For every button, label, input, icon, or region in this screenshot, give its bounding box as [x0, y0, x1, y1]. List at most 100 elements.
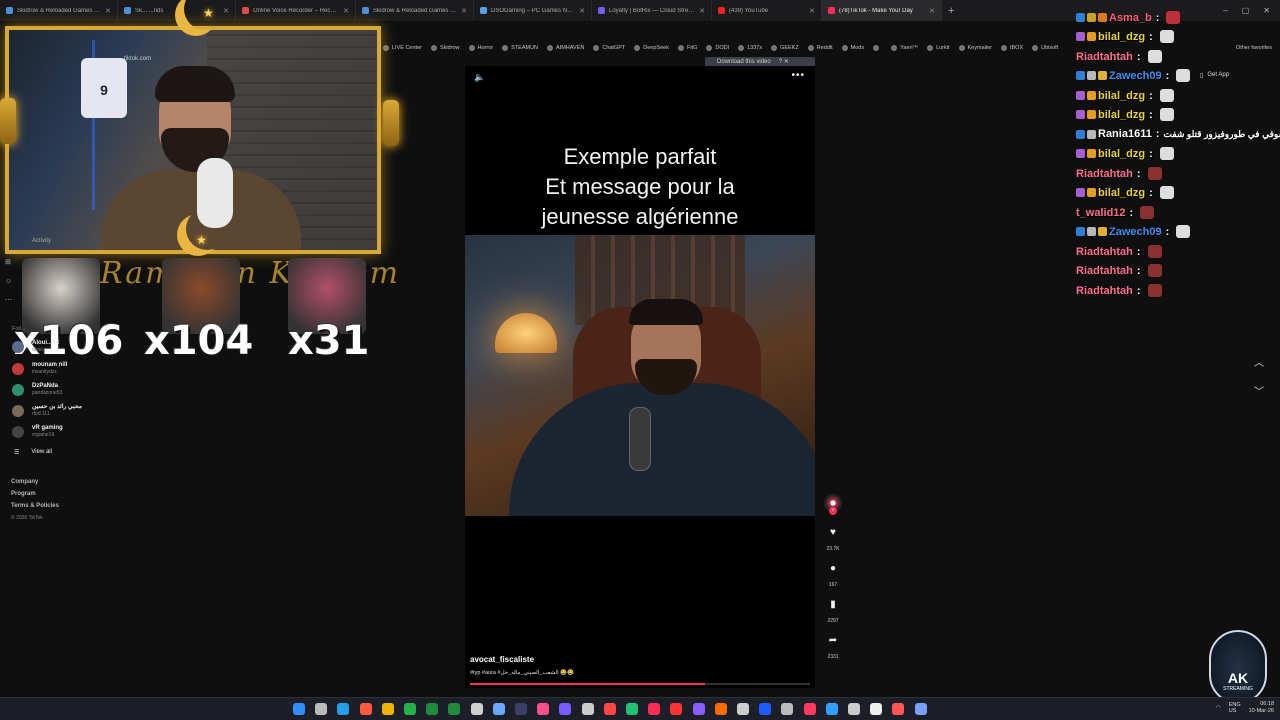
- browser-tab[interactable]: DSOGaming – PC Games News, Sa ✕: [474, 0, 592, 21]
- taskbar-app-icon[interactable]: [537, 703, 550, 715]
- chat-username[interactable]: Riadtahtah: [1076, 168, 1133, 180]
- footer-terms[interactable]: Terms & Policies: [11, 503, 59, 509]
- taskbar-app-icon[interactable]: [404, 703, 416, 715]
- taskbar-app-icon[interactable]: [670, 703, 683, 715]
- browser-tab[interactable]: (439) YouTube ✕: [712, 0, 822, 21]
- taskbar-app-icon[interactable]: [759, 703, 772, 715]
- wifi-icon[interactable]: ◠: [1216, 705, 1221, 711]
- close-window-button[interactable]: ✕: [1263, 6, 1270, 15]
- bookmark-item[interactable]: Mods: [841, 44, 864, 51]
- volume-icon[interactable]: 🔈: [474, 72, 485, 83]
- share-button[interactable]: ➦ 2331: [818, 634, 848, 660]
- bookmark-item[interactable]: ChatGPT: [593, 44, 625, 51]
- chat-username[interactable]: Zawech09: [1109, 70, 1162, 82]
- taskbar-app-icon[interactable]: [648, 703, 661, 715]
- bookmark-item[interactable]: Ubisoft: [1032, 44, 1058, 51]
- comment-button[interactable]: ● 167: [818, 562, 848, 588]
- bookmark-item[interactable]: Skidrow: [430, 44, 460, 51]
- video-hashtags[interactable]: #typ #aura #الشعب_الصيني_ماله_حل 😂😂: [470, 670, 574, 676]
- browser-tab[interactable]: Skidrow & Reloaded Games – Do ✕: [356, 0, 474, 21]
- footer-program[interactable]: Program: [11, 491, 36, 497]
- other-favorites[interactable]: Other favorites: [1236, 45, 1280, 51]
- taskbar-app-icon[interactable]: [492, 703, 505, 715]
- tiktok-video-player[interactable]: 🔈 ••• Exemple parfait Et message pour la…: [465, 66, 815, 688]
- bookmark-item[interactable]: GEEKZ: [771, 44, 799, 51]
- close-tab-icon[interactable]: ✕: [461, 7, 467, 15]
- taskbar-app-icon[interactable]: [559, 703, 572, 715]
- chat-username[interactable]: Rania1611: [1098, 128, 1152, 140]
- browser-tab[interactable]: Online Voice Recorder – Record Vo ✕: [236, 0, 356, 21]
- profile-icon[interactable]: ☺: [5, 278, 12, 285]
- following-item[interactable]: محبي رائد بن حسين rfod.111: [12, 404, 82, 417]
- taskbar-app-icon[interactable]: [848, 703, 860, 715]
- chat-username[interactable]: Riadtahtah: [1076, 51, 1133, 63]
- bookmark-item[interactable]: DODI: [706, 44, 729, 51]
- chat-username[interactable]: bilal_dzg: [1098, 148, 1145, 160]
- bookmark-item[interactable]: Horror: [468, 44, 493, 51]
- nav-activity[interactable]: Activity: [32, 238, 51, 244]
- taskbar-app-icon[interactable]: [293, 703, 305, 715]
- taskbar-app-icon[interactable]: [337, 703, 350, 715]
- taskbar-app-icon[interactable]: [737, 703, 749, 715]
- bookmark-item[interactable]: Yaeri™: [891, 44, 918, 51]
- chat-username[interactable]: Riadtahtah: [1076, 285, 1133, 297]
- new-tab-button[interactable]: +: [942, 5, 960, 17]
- browser-tab[interactable]: Skidrow & Reloaded Games – Do ✕: [0, 0, 118, 21]
- chat-username[interactable]: Asma_b: [1109, 12, 1152, 24]
- taskbar-app-icon[interactable]: [359, 703, 372, 715]
- close-tab-icon[interactable]: ✕: [105, 7, 111, 15]
- bookmark-item[interactable]: Lurkit: [927, 44, 950, 51]
- chat-username[interactable]: bilal_dzg: [1098, 187, 1145, 199]
- maximize-button[interactable]: ▢: [1242, 6, 1250, 15]
- save-button[interactable]: ▮ 2297: [818, 598, 848, 624]
- taskbar-app-icon[interactable]: [781, 703, 794, 715]
- taskbar-app-icon[interactable]: [626, 703, 638, 715]
- close-tab-icon[interactable]: ✕: [699, 7, 705, 15]
- chat-username[interactable]: Riadtahtah: [1076, 265, 1133, 277]
- minimize-button[interactable]: –: [1223, 6, 1227, 15]
- close-tab-icon[interactable]: ✕: [579, 7, 585, 15]
- browser-tab[interactable]: Loyalty | BotRix — Cloud Streami ✕: [592, 0, 712, 21]
- taskbar-app-icon[interactable]: [315, 703, 328, 715]
- footer-company[interactable]: Company: [11, 479, 38, 485]
- taskbar-app-icon[interactable]: [381, 703, 394, 715]
- following-item[interactable]: mounam nill insanitydzz: [12, 362, 67, 375]
- clock[interactable]: 06:18 10-Mar-26: [1249, 701, 1274, 715]
- bookmark-item[interactable]: Reddit: [807, 44, 833, 51]
- bookmark-item[interactable]: Keymailer: [958, 44, 992, 51]
- close-tab-icon[interactable]: ✕: [929, 7, 935, 15]
- taskbar-app-icon[interactable]: [692, 703, 705, 715]
- taskbar-app-icon[interactable]: [426, 703, 439, 715]
- chat-username[interactable]: Riadtahtah: [1076, 246, 1133, 258]
- more-options-icon[interactable]: •••: [791, 70, 805, 81]
- bookmark-item[interactable]: 1337x: [738, 44, 762, 51]
- bookmark-item[interactable]: DeepSeek: [634, 44, 669, 51]
- close-tab-icon[interactable]: ✕: [343, 7, 349, 15]
- taskbar-app-icon[interactable]: [714, 703, 727, 715]
- bookmark-item[interactable]: IBOX: [1000, 44, 1023, 51]
- language-indicator[interactable]: ENG US: [1229, 702, 1241, 714]
- taskbar-app-icon[interactable]: [803, 703, 816, 715]
- following-item[interactable]: DzPaNda pandazone53: [12, 383, 62, 396]
- video-author[interactable]: avocat_fiscaliste: [470, 655, 534, 664]
- browser-tab[interactable]: (78)TikTok - Make Your Day ✕: [822, 0, 942, 21]
- follow-plus-icon[interactable]: +: [829, 507, 837, 515]
- bookmark-item[interactable]: AIMHAVEN: [547, 44, 584, 51]
- chat-username[interactable]: t_walid12: [1076, 207, 1126, 219]
- chat-username[interactable]: bilal_dzg: [1098, 31, 1145, 43]
- taskbar-app-icon[interactable]: [470, 703, 483, 715]
- view-all-link[interactable]: ☰ View all: [14, 449, 52, 456]
- get-app-button[interactable]: ▯ Get App: [1200, 72, 1229, 79]
- taskbar-app-icon[interactable]: [914, 703, 927, 715]
- more-icon[interactable]: ⋯: [5, 296, 12, 304]
- taskbar-app-icon[interactable]: [581, 703, 594, 715]
- following-item[interactable]: vR gaming vrgame19: [12, 425, 63, 438]
- taskbar-app-icon[interactable]: [515, 703, 527, 715]
- bookmark-item[interactable]: STEAMUN: [502, 44, 538, 51]
- chevron-up-icon[interactable]: ︿: [1254, 354, 1264, 369]
- like-button[interactable]: ♥ 23.7K: [818, 526, 848, 552]
- bookmark-item[interactable]: LIVE Center: [383, 44, 422, 51]
- taskbar-app-icon[interactable]: [892, 703, 905, 715]
- taskbar-app-icon[interactable]: [448, 703, 461, 715]
- following-item[interactable]: Aloui...ilit aloui...: [12, 340, 59, 353]
